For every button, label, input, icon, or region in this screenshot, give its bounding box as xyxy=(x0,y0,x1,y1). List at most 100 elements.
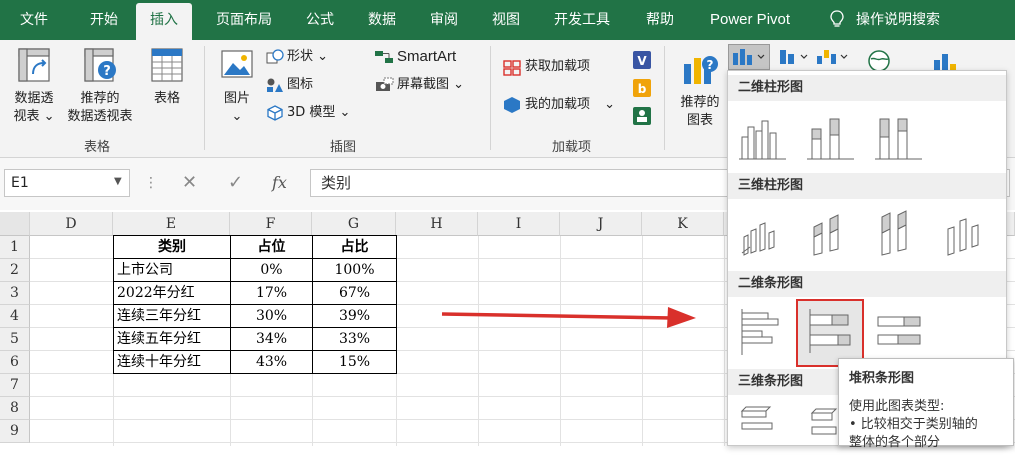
tab-formulas[interactable]: 公式 xyxy=(302,0,338,40)
cancel-icon[interactable]: ✕ xyxy=(182,169,197,197)
cell-f1[interactable]: 占位 xyxy=(231,236,312,259)
insert-function-icon[interactable]: fx xyxy=(272,169,287,197)
cell-g1[interactable]: 占比 xyxy=(313,236,396,259)
svg-text:?: ? xyxy=(103,64,111,79)
3d-clustered-column-icon[interactable] xyxy=(736,207,790,261)
row-header-7[interactable]: 7 xyxy=(0,374,30,397)
tooltip-line-3: 整体的各个部分 xyxy=(849,435,941,450)
camera-icon xyxy=(376,77,394,91)
stacked-bar-icon xyxy=(809,309,851,353)
picture-button[interactable]: 图片 ⌄ xyxy=(214,46,260,126)
visio-icon[interactable]: V xyxy=(632,50,652,70)
row-header-9[interactable]: 9 xyxy=(0,420,30,443)
clustered-column-icon[interactable] xyxy=(736,111,790,165)
get-addins-button[interactable]: 获取加载项 xyxy=(502,56,590,78)
confirm-icon[interactable]: ✓ xyxy=(228,169,243,197)
tab-file[interactable]: 文件 xyxy=(16,0,52,40)
tab-review[interactable]: 审阅 xyxy=(426,0,462,40)
recommended-pivot-button[interactable]: ? 推荐的 数据透视表 xyxy=(60,46,140,126)
tab-power-pivot[interactable]: Power Pivot xyxy=(706,0,794,40)
column-header-i[interactable]: I xyxy=(478,212,560,236)
screenshot-button[interactable]: 屏幕截图 ⌄ xyxy=(374,74,464,96)
table-icon xyxy=(151,48,183,82)
cell-g2[interactable]: 100% xyxy=(313,259,396,282)
column-header-e[interactable]: E xyxy=(113,212,230,236)
3d-100-stacked-column-icon[interactable] xyxy=(872,207,926,261)
column-chart-icon xyxy=(733,49,765,65)
bing-icon[interactable]: b xyxy=(632,78,652,98)
red-arrow-annotation xyxy=(441,307,696,328)
pivot-table-button[interactable]: 数据透 视表 ⌄ xyxy=(8,46,60,126)
hierarchy-chart-icon[interactable] xyxy=(776,46,816,68)
column-header-h[interactable]: H xyxy=(396,212,478,236)
shapes-button[interactable]: 形状 ⌄ xyxy=(266,46,328,68)
group-label-tables: 表格 xyxy=(84,140,111,155)
section-2d-column: 二维柱形图 xyxy=(728,75,1006,101)
section-2d-bar: 二维条形图 xyxy=(728,271,1006,297)
cell-e1[interactable]: 类别 xyxy=(114,236,230,259)
cell-g6[interactable]: 15% xyxy=(313,351,396,374)
tab-home[interactable]: 开始 xyxy=(86,0,122,40)
stacked-column-icon[interactable] xyxy=(804,111,858,165)
more-options-icon: ⋮ xyxy=(144,175,158,191)
row-header-5[interactable]: 5 xyxy=(0,328,30,351)
cell-f5[interactable]: 34% xyxy=(231,328,312,351)
cell-f2[interactable]: 0% xyxy=(231,259,312,282)
tab-view[interactable]: 视图 xyxy=(488,0,524,40)
row-header-8[interactable]: 8 xyxy=(0,397,30,420)
cell-e5[interactable]: 连续五年分红 xyxy=(117,328,229,351)
menu-bar: 文件 开始 插入 页面布局 公式 数据 审阅 视图 开发工具 帮助 Power … xyxy=(0,0,1015,40)
stacked-bar-option[interactable] xyxy=(796,299,864,367)
cell-e2[interactable]: 上市公司 xyxy=(117,259,229,282)
column-header-f[interactable]: F xyxy=(230,212,312,236)
tab-data[interactable]: 数据 xyxy=(364,0,400,40)
3d-column-icon[interactable] xyxy=(940,207,994,261)
100-stacked-column-icon[interactable] xyxy=(872,111,926,165)
3d-clustered-bar-icon[interactable] xyxy=(736,401,790,455)
cell-e3[interactable]: 2022年分红 xyxy=(117,282,229,305)
clustered-bar-icon[interactable] xyxy=(736,305,790,359)
cell-e4[interactable]: 连续三年分红 xyxy=(117,305,229,328)
column-header-k[interactable]: K xyxy=(642,212,724,236)
grid-line xyxy=(724,236,725,446)
row-header-1[interactable]: 1 xyxy=(0,236,30,259)
cell-g5[interactable]: 33% xyxy=(313,328,396,351)
column-header-g[interactable]: G xyxy=(312,212,396,236)
cell-f4[interactable]: 30% xyxy=(231,305,312,328)
tab-help[interactable]: 帮助 xyxy=(642,0,678,40)
insert-column-chart-button[interactable] xyxy=(728,44,770,70)
row-header-6[interactable]: 6 xyxy=(0,351,30,374)
recommended-charts-button[interactable]: ? 推荐的 图表 xyxy=(672,50,728,130)
cell-e6[interactable]: 连续十年分红 xyxy=(117,351,229,374)
cell-g3[interactable]: 67% xyxy=(313,282,396,305)
column-header-d[interactable]: D xyxy=(30,212,113,236)
tab-developer[interactable]: 开发工具 xyxy=(550,0,614,40)
3d-model-button[interactable]: 3D 模型 ⌄ xyxy=(266,102,350,124)
row-header-4[interactable]: 4 xyxy=(0,305,30,328)
row-header-2[interactable]: 2 xyxy=(0,259,30,282)
tab-insert[interactable]: 插入 xyxy=(136,3,192,40)
icons-button[interactable]: 图标 xyxy=(266,74,313,96)
tell-me-search[interactable]: 操作说明搜索 xyxy=(852,0,944,40)
table-button[interactable]: 表格 xyxy=(144,46,190,108)
lightbulb-icon xyxy=(830,10,844,27)
3d-stacked-column-icon[interactable] xyxy=(804,207,858,261)
people-graph-icon[interactable] xyxy=(632,106,652,126)
cell-f3[interactable]: 17% xyxy=(231,282,312,305)
cell-f6[interactable]: 43% xyxy=(231,351,312,374)
svg-text:?: ? xyxy=(707,58,714,72)
row-header-3[interactable]: 3 xyxy=(0,282,30,305)
waterfall-chart-icon[interactable] xyxy=(814,46,854,68)
cell-g4[interactable]: 39% xyxy=(313,305,396,328)
my-addins-button[interactable]: 我的加载项 ⌄ xyxy=(502,94,615,116)
smartart-button[interactable]: SmartArt xyxy=(374,46,456,68)
picture-icon xyxy=(221,50,253,78)
tooltip-title: 堆积条形图 xyxy=(849,371,915,386)
100-stacked-bar-icon[interactable] xyxy=(872,305,926,359)
select-all-corner[interactable] xyxy=(0,212,30,236)
recommended-charts-label-2: 图表 xyxy=(686,113,713,128)
tab-page-layout[interactable]: 页面布局 xyxy=(212,0,276,40)
name-box-dropdown-icon[interactable]: ▼ xyxy=(114,176,122,187)
name-box[interactable]: E1 xyxy=(4,169,130,197)
column-header-j[interactable]: J xyxy=(560,212,642,236)
